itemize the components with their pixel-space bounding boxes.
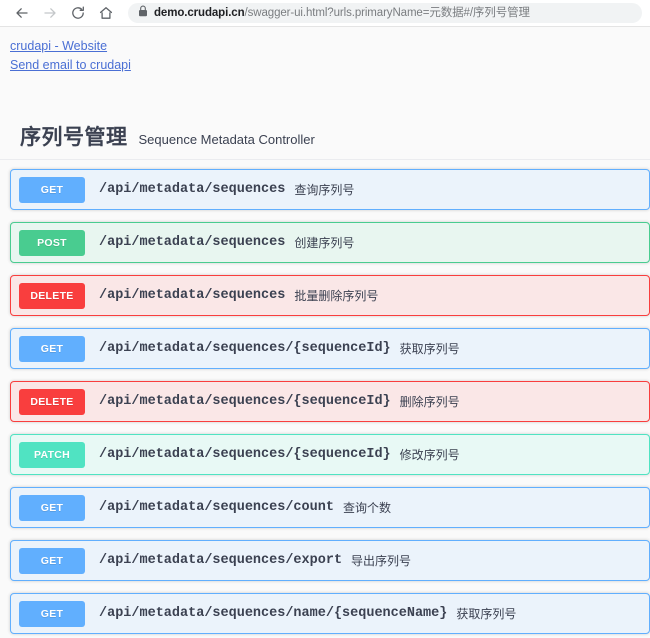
method-badge: GET <box>19 601 85 627</box>
operation-path: /api/metadata/sequences/{sequenceId} <box>99 447 391 462</box>
opblock-tag-section: 序列号管理 Sequence Metadata Controller GET /… <box>0 121 650 634</box>
operation-summary: 获取序列号 <box>400 340 460 357</box>
operation-row[interactable]: GET /api/metadata/sequences/{sequenceId}… <box>10 328 650 369</box>
url-text: demo.crudapi.cn/swagger-ui.html?urls.pri… <box>154 3 530 23</box>
operation-path: /api/metadata/sequences/{sequenceId} <box>99 341 391 356</box>
operation-summary: 查询序列号 <box>294 181 354 198</box>
operation-path: /api/metadata/sequences <box>99 182 285 197</box>
website-link[interactable]: crudapi - Website <box>10 37 107 56</box>
operation-row[interactable]: GET /api/metadata/sequences/count 查询个数 <box>10 487 650 528</box>
method-badge: DELETE <box>19 283 85 309</box>
operation-summary: 创建序列号 <box>294 234 354 251</box>
operation-path: /api/metadata/sequences/{sequenceId} <box>99 394 391 409</box>
browser-toolbar: demo.crudapi.cn/swagger-ui.html?urls.pri… <box>0 0 650 27</box>
operation-row[interactable]: GET /api/metadata/sequences/name/{sequen… <box>10 593 650 634</box>
method-badge: GET <box>19 548 85 574</box>
operation-row[interactable]: DELETE /api/metadata/sequences/{sequence… <box>10 381 650 422</box>
url-path: /swagger-ui.html?urls.primaryName=元数据#/序… <box>245 7 530 19</box>
swagger-page: crudapi - Website Send email to crudapi … <box>0 27 650 637</box>
url-host: demo.crudapi.cn <box>154 7 245 19</box>
tag-name: 序列号管理 <box>20 121 128 151</box>
operation-path: /api/metadata/sequences/name/{sequenceNa… <box>99 606 447 621</box>
operation-row[interactable]: DELETE /api/metadata/sequences 批量删除序列号 <box>10 275 650 316</box>
method-badge: GET <box>19 495 85 521</box>
operation-summary: 批量删除序列号 <box>294 287 378 304</box>
back-button[interactable] <box>8 1 36 25</box>
operation-summary: 修改序列号 <box>400 446 460 463</box>
method-badge: POST <box>19 230 85 256</box>
reload-icon <box>70 5 86 21</box>
forward-button[interactable] <box>36 1 64 25</box>
arrow-left-icon <box>14 5 30 21</box>
operations-list: GET /api/metadata/sequences 查询序列号 POST /… <box>0 160 650 634</box>
arrow-right-icon <box>42 5 58 21</box>
operation-path: /api/metadata/sequences <box>99 235 285 250</box>
tag-description: Sequence Metadata Controller <box>139 132 315 147</box>
method-badge: PATCH <box>19 442 85 468</box>
home-button[interactable] <box>92 1 120 25</box>
address-bar[interactable]: demo.crudapi.cn/swagger-ui.html?urls.pri… <box>128 3 642 23</box>
operation-row[interactable]: POST /api/metadata/sequences 创建序列号 <box>10 222 650 263</box>
operation-path: /api/metadata/sequences/export <box>99 553 342 568</box>
email-link[interactable]: Send email to crudapi <box>10 56 131 75</box>
info-links: crudapi - Website Send email to crudapi <box>0 27 650 75</box>
lock-icon <box>138 4 148 22</box>
operation-row[interactable]: PATCH /api/metadata/sequences/{sequenceI… <box>10 434 650 475</box>
method-badge: GET <box>19 336 85 362</box>
reload-button[interactable] <box>64 1 92 25</box>
tag-header[interactable]: 序列号管理 Sequence Metadata Controller <box>0 121 650 160</box>
operation-summary: 导出序列号 <box>351 552 411 569</box>
operation-path: /api/metadata/sequences <box>99 288 285 303</box>
operation-summary: 获取序列号 <box>456 605 516 622</box>
operation-row[interactable]: GET /api/metadata/sequences 查询序列号 <box>10 169 650 210</box>
operation-summary: 删除序列号 <box>400 393 460 410</box>
operation-summary: 查询个数 <box>343 499 391 516</box>
operation-path: /api/metadata/sequences/count <box>99 500 334 515</box>
home-icon <box>98 5 114 21</box>
operation-row[interactable]: GET /api/metadata/sequences/export 导出序列号 <box>10 540 650 581</box>
method-badge: GET <box>19 177 85 203</box>
method-badge: DELETE <box>19 389 85 415</box>
